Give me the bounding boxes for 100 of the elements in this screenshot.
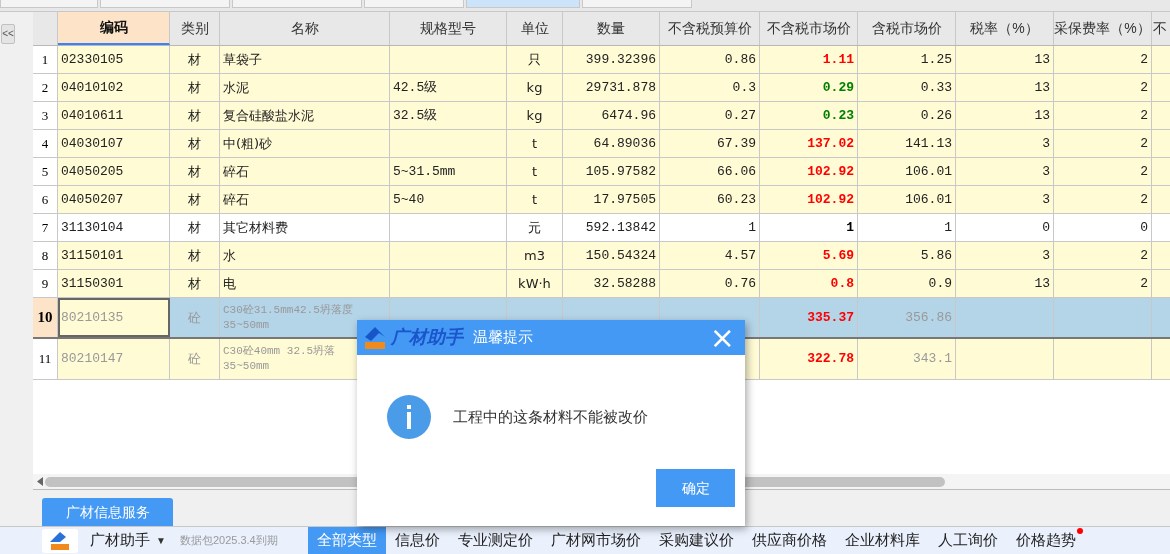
- fee-rate-cell: 2: [1054, 130, 1152, 157]
- budget-price-cell: 66.06: [660, 158, 760, 185]
- fee-rate-cell: 2: [1054, 186, 1152, 213]
- budget-price-cell: 0.3: [660, 74, 760, 101]
- market-price-cell: 137.02: [760, 130, 858, 157]
- market-price-cell: 335.37: [760, 298, 858, 337]
- code-cell: 80210135: [58, 298, 170, 337]
- spec-cell: 32.5级: [390, 102, 507, 129]
- fee-rate-cell: 2: [1054, 270, 1152, 297]
- dialog-message: 工程中的这条材料不能被改价: [453, 406, 648, 427]
- quantity-cell: 32.58288: [563, 270, 660, 297]
- budget-price-cell: 0.86: [660, 46, 760, 73]
- code-cell: 04030107: [58, 130, 170, 157]
- market-price-cell: 102.92: [760, 158, 858, 185]
- tax-rate-cell: 13: [956, 102, 1054, 129]
- unit-cell: kW·h: [507, 270, 563, 297]
- code-cell: 31150101: [58, 242, 170, 269]
- quantity-cell: 150.54324: [563, 242, 660, 269]
- unit-cell: kg: [507, 102, 563, 129]
- tax-rate-cell: 3: [956, 130, 1054, 157]
- tax-rate-cell: 3: [956, 186, 1054, 213]
- fee-rate-cell: 2: [1054, 102, 1152, 129]
- code-cell: 02330105: [58, 46, 170, 73]
- tax-rate-cell: 13: [956, 46, 1054, 73]
- tax-rate-cell: 3: [956, 158, 1054, 185]
- category-cell: 材: [170, 270, 220, 297]
- category-cell: 材: [170, 130, 220, 157]
- quantity-cell: 17.97505: [563, 186, 660, 213]
- name-cell: 电: [220, 270, 390, 297]
- brand-name: 广材助手: [391, 326, 463, 349]
- taxed-price-cell: 356.86: [858, 298, 956, 337]
- category-cell: 材: [170, 186, 220, 213]
- taxed-price-cell: 106.01: [858, 158, 956, 185]
- name-cell: 其它材料费: [220, 214, 390, 241]
- unit-cell: t: [507, 130, 563, 157]
- market-price-cell: 0.23: [760, 102, 858, 129]
- quantity-cell: 105.97582: [563, 158, 660, 185]
- fee-rate-cell: 2: [1054, 158, 1152, 185]
- market-price-cell: 0.29: [760, 74, 858, 101]
- fee-rate-cell: 2: [1054, 46, 1152, 73]
- code-cell: 31150301: [58, 270, 170, 297]
- taxed-price-cell: 0.33: [858, 74, 956, 101]
- market-price-cell: 5.69: [760, 242, 858, 269]
- row-number: 10: [33, 298, 58, 337]
- unit-cell: 只: [507, 46, 563, 73]
- market-price-cell: 0.8: [760, 270, 858, 297]
- taxed-price-cell: 0.9: [858, 270, 956, 297]
- name-cell: 草袋子: [220, 46, 390, 73]
- fee-rate-cell: 2: [1054, 74, 1152, 101]
- budget-price-cell: 4.57: [660, 242, 760, 269]
- name-cell: 碎石: [220, 186, 390, 213]
- expiry-text: 数据包2025.3.4到期: [179, 533, 279, 549]
- code-cell: 80210147: [58, 339, 170, 379]
- name-cell: 复合硅酸盐水泥: [220, 102, 390, 129]
- code-cell: 04050207: [58, 186, 170, 213]
- category-cell: 材: [170, 158, 220, 185]
- spec-cell: 5~31.5mm: [390, 158, 507, 185]
- market-price-cell: 1.11: [760, 46, 858, 73]
- unit-cell: m3: [507, 242, 563, 269]
- code-cell: 04010611: [58, 102, 170, 129]
- code-cell: 04010102: [58, 74, 170, 101]
- unit-cell: kg: [507, 74, 563, 101]
- category-cell: 材: [170, 242, 220, 269]
- category-cell: 砼: [170, 298, 220, 337]
- name-cell: C30砼31.5mm42.5坍落度 35~50mm: [220, 298, 390, 337]
- name-cell: 水泥: [220, 74, 390, 101]
- category-cell: 材: [170, 46, 220, 73]
- taxed-price-cell: 343.1: [858, 339, 956, 379]
- category-cell: 材: [170, 102, 220, 129]
- category-cell: 材: [170, 74, 220, 101]
- code-cell: 31130104: [58, 214, 170, 241]
- budget-price-cell: 0.76: [660, 270, 760, 297]
- dialog-title: 温馨提示: [473, 327, 533, 348]
- quantity-cell: 64.89036: [563, 130, 660, 157]
- quantity-cell: 399.32396: [563, 46, 660, 73]
- budget-price-cell: 60.23: [660, 186, 760, 213]
- quantity-cell: 29731.878: [563, 74, 660, 101]
- tax-rate-cell: 3: [956, 242, 1054, 269]
- market-price-cell: 102.92: [760, 186, 858, 213]
- taxed-price-cell: 1.25: [858, 46, 956, 73]
- spec-cell: 5~40: [390, 186, 507, 213]
- name-cell: 碎石: [220, 158, 390, 185]
- budget-price-cell: 0.27: [660, 102, 760, 129]
- unit-cell: t: [507, 186, 563, 213]
- tax-rate-cell: 13: [956, 74, 1054, 101]
- unit-cell: t: [507, 158, 563, 185]
- budget-price-cell: 67.39: [660, 130, 760, 157]
- fee-rate-cell: 2: [1054, 242, 1152, 269]
- taxed-price-cell: 106.01: [858, 186, 956, 213]
- taxed-price-cell: 5.86: [858, 242, 956, 269]
- category-cell: 砼: [170, 339, 220, 379]
- spec-cell: 42.5级: [390, 74, 507, 101]
- market-price-cell: 322.78: [760, 339, 858, 379]
- taxed-price-cell: 0.26: [858, 102, 956, 129]
- name-cell: 水: [220, 242, 390, 269]
- code-cell: 04050205: [58, 158, 170, 185]
- quantity-cell: 6474.96: [563, 102, 660, 129]
- tax-rate-cell: 13: [956, 270, 1054, 297]
- name-cell: 中(粗)砂: [220, 130, 390, 157]
- taxed-price-cell: 141.13: [858, 130, 956, 157]
